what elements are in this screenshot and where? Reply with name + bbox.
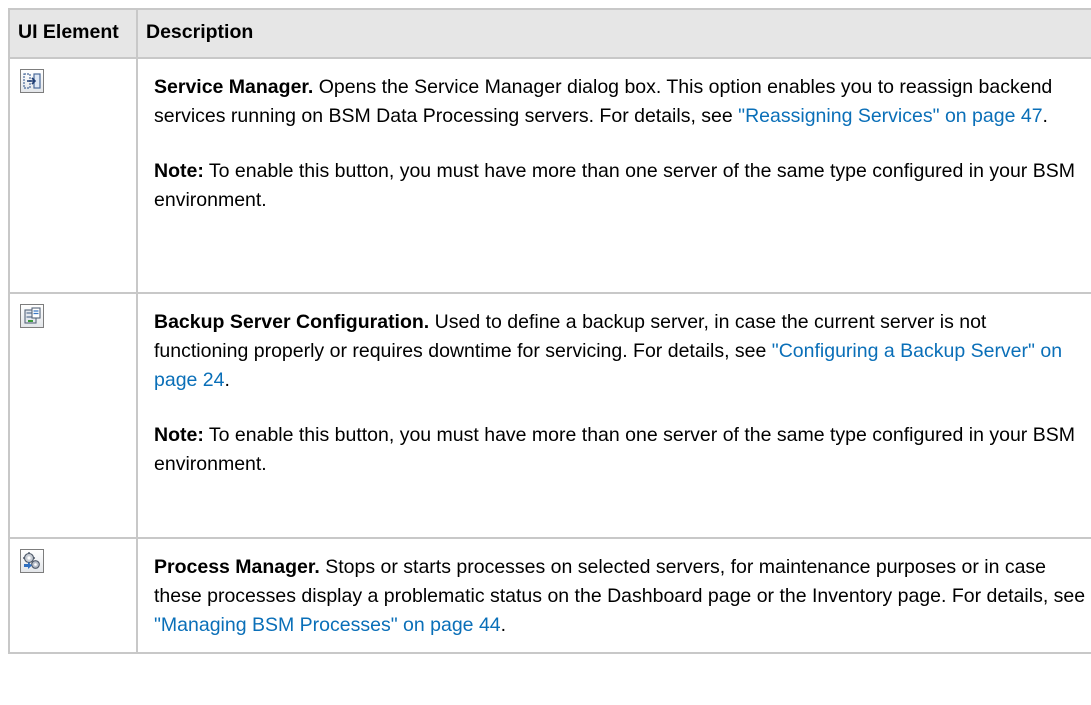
note-text: Note: To enable this button, you must ha… (154, 421, 1086, 479)
ui-element-cell (8, 293, 137, 539)
managing-bsm-processes-link[interactable]: "Managing BSM Processes" on page 44 (154, 614, 501, 636)
backup-server-icon[interactable] (20, 304, 44, 328)
element-name: Process Manager. (154, 556, 320, 578)
description-cell: Process Manager. Stops or starts process… (136, 538, 1091, 654)
reassigning-services-link[interactable]: "Reassigning Services" on page 47 (738, 105, 1042, 127)
table-header-row: UI Element Description (8, 8, 1091, 59)
description-text: Backup Server Configuration. Used to def… (154, 308, 1086, 395)
description-cell: Service Manager. Opens the Service Manag… (136, 58, 1091, 294)
table-row: Backup Server Configuration. Used to def… (8, 293, 1091, 539)
note-label: Note: (154, 160, 204, 182)
ui-element-cell (8, 58, 137, 294)
ui-element-cell (8, 538, 137, 654)
note-label: Note: (154, 424, 204, 446)
table-row: Service Manager. Opens the Service Manag… (8, 58, 1091, 294)
note-body: To enable this button, you must have mor… (154, 424, 1075, 475)
period: . (224, 369, 230, 391)
element-name: Backup Server Configuration. (154, 311, 430, 333)
header-ui-element: UI Element (8, 8, 137, 59)
element-name: Service Manager. (154, 76, 314, 98)
period: . (500, 614, 507, 636)
process-manager-icon[interactable] (20, 549, 44, 573)
note-body: To enable this button, you must have mor… (154, 160, 1075, 211)
period: . (1042, 105, 1048, 127)
description-text: Process Manager. Stops or starts process… (154, 553, 1086, 640)
note-text: Note: To enable this button, you must ha… (154, 157, 1086, 215)
description-text: Service Manager. Opens the Service Manag… (154, 73, 1086, 131)
header-description: Description (136, 8, 1091, 59)
table-row: Process Manager. Stops or starts process… (8, 538, 1091, 654)
description-cell: Backup Server Configuration. Used to def… (136, 293, 1091, 539)
ui-elements-table: UI Element Description Service Manager. … (8, 8, 1091, 654)
service-manager-icon[interactable] (20, 69, 44, 93)
